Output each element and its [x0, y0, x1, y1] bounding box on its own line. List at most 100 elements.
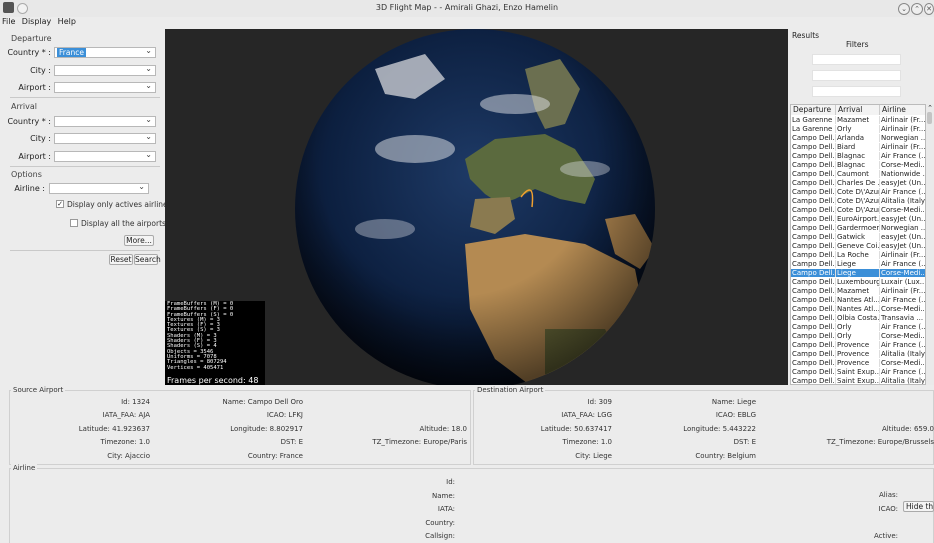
table-row[interactable]: Campo Dell... Gardermoen Norwegian ...: [791, 224, 925, 233]
all-airports-checkbox[interactable]: [70, 219, 78, 227]
table-row[interactable]: Campo Dell... Luxembourg Luxair (Lux...: [791, 278, 925, 287]
table-row[interactable]: Campo Dell... Charles De ... easyJet (Un..…: [791, 179, 925, 188]
more-button[interactable]: More...: [124, 235, 154, 246]
table-row[interactable]: Campo Dell... Arlanda Norwegian ...: [791, 134, 926, 143]
departure-city-select[interactable]: ⌄: [54, 64, 156, 76]
destination-dst: DST: E: [733, 438, 756, 446]
close-icon[interactable]: ✕: [924, 3, 934, 15]
source-city: City: Ajaccio: [107, 452, 150, 460]
table-row[interactable]: Campo Dell... Nantes Atl... Air France (..…: [791, 296, 925, 305]
table-row[interactable]: Campo Dell... Olbia Costa... Transavia ...: [791, 314, 925, 323]
column-departure[interactable]: Departure: [791, 105, 836, 115]
cell-arrival: Nantes Atl...: [837, 296, 880, 305]
cell-arrival: Olbia Costa...: [837, 314, 880, 323]
stat-line: Vertices = 405471: [167, 364, 224, 371]
chevron-down-icon: ⌄: [145, 132, 152, 141]
cell-airline: Corse-Medi...: [881, 161, 926, 169]
table-row[interactable]: Campo Dell... Provence Corse-Medi...: [791, 359, 925, 368]
table-row[interactable]: Campo Dell... Saint Exup... Air France (..…: [791, 368, 925, 377]
minimize-icon[interactable]: ⌄: [898, 3, 910, 15]
cell-airline: Airlinair (Fr...: [881, 143, 926, 151]
cell-departure: Campo Dell...: [792, 251, 836, 260]
source-timezone: Timezone: 1.0: [100, 438, 150, 446]
search-button[interactable]: Search: [134, 254, 161, 265]
cell-arrival: EuroAirport...: [837, 215, 880, 224]
table-row[interactable]: Campo Dell... Cote D\'Azur Corse-Medi...: [791, 206, 925, 215]
arrival-filter-input[interactable]: [812, 70, 901, 81]
destination-id: Id: 309: [587, 398, 612, 406]
source-name: Name: Campo Dell Oro: [222, 398, 303, 406]
table-row[interactable]: Campo Dell... Liege Corse-Medi...: [791, 269, 925, 278]
arrival-country-select[interactable]: ⌄: [54, 115, 156, 127]
menu-display[interactable]: Display: [22, 17, 52, 26]
cell-departure: Campo Dell...: [792, 296, 836, 305]
only-active-checkbox[interactable]: ✓: [56, 200, 64, 208]
scrollbar-up-icon[interactable]: ⌃: [926, 104, 934, 112]
table-row[interactable]: Campo Dell... Orly Corse-Medi...: [791, 332, 925, 341]
column-arrival[interactable]: Arrival: [836, 105, 880, 115]
table-row[interactable]: Campo Dell... Orly Air France (...: [791, 323, 925, 332]
cell-departure: Campo Dell...: [792, 179, 836, 188]
airline-select[interactable]: ⌄: [49, 182, 149, 194]
menu-help[interactable]: Help: [58, 17, 76, 26]
arrival-airport-select[interactable]: ⌄: [54, 150, 156, 162]
scrollbar-thumb[interactable]: [927, 112, 932, 124]
maximize-icon[interactable]: ⌃: [911, 3, 923, 15]
destination-icao: ICAO: EBLG: [715, 411, 756, 419]
cell-departure: Campo Dell...: [792, 215, 836, 224]
table-row[interactable]: Campo Dell... Cote D\'Azur Alitalia (Italy…: [791, 197, 925, 206]
airline-id: Id:: [446, 478, 455, 486]
table-row[interactable]: Campo Dell... Liege Air France (...: [791, 260, 925, 269]
chevron-down-icon: ⌄: [145, 81, 152, 90]
table-row[interactable]: Campo Dell... Blagnac Corse-Medi...: [791, 161, 926, 170]
cell-airline: easyJet (Un...: [881, 233, 926, 241]
table-row[interactable]: Campo Dell... La Roche Airlinair (Fr...: [791, 251, 925, 260]
cell-airline: Airlinair (Fr...: [881, 125, 926, 133]
source-airport-title: Source Airport: [11, 386, 66, 394]
departure-airport-select[interactable]: ⌄: [54, 81, 156, 93]
results-table: Departure Arrival Airline La Garenne Maza…: [790, 104, 926, 385]
cell-airline: Air France (...: [881, 152, 926, 160]
cell-departure: La Garenne: [791, 116, 836, 125]
table-row[interactable]: Campo Dell... Saint Exup... Alitalia (Ital…: [791, 377, 925, 385]
cell-airline: Air France (...: [881, 188, 926, 196]
divider: [10, 97, 160, 98]
cell-arrival: Saint Exup...: [837, 377, 880, 385]
menu-file[interactable]: File: [2, 17, 15, 26]
destination-latitude: Latitude: 50.637417: [540, 425, 612, 433]
table-row[interactable]: Campo Dell... Cote D\'Azur Air France (...: [791, 188, 926, 197]
column-airline[interactable]: Airline: [880, 105, 925, 115]
table-row[interactable]: Campo Dell... Provence Alitalia (Italy): [791, 350, 926, 359]
airline-label: Airline :: [14, 184, 45, 193]
destination-iata: IATA_FAA: LGG: [561, 411, 612, 419]
table-row[interactable]: Campo Dell... EuroAirport... easyJet (Un..…: [791, 215, 925, 224]
cell-departure: Campo Dell...: [792, 359, 836, 368]
cell-departure: Campo Dell...: [792, 341, 836, 350]
cell-arrival: Luxembourg: [837, 278, 880, 287]
cell-airline: Norwegian ...: [881, 134, 926, 142]
table-row[interactable]: Campo Dell... Gatwick easyJet (Un...: [791, 233, 926, 242]
cell-arrival: Geneve Coi...: [837, 242, 880, 251]
results-scrollbar[interactable]: ⌃: [926, 104, 934, 385]
reset-button[interactable]: Reset: [109, 254, 133, 265]
hide-this-button[interactable]: Hide this: [903, 501, 934, 512]
arrival-city-select[interactable]: ⌄: [54, 132, 156, 144]
departure-filter-input[interactable]: [812, 54, 901, 65]
table-row[interactable]: Campo Dell... Mazamet Airlinair (Fr...: [791, 287, 925, 296]
table-row[interactable]: Campo Dell... Blagnac Air France (...: [791, 152, 926, 161]
table-row[interactable]: La Garenne Orly Airlinair (Fr...: [791, 125, 926, 134]
table-row[interactable]: Campo Dell... Caumont Nationwide ...: [791, 170, 925, 179]
render-stats-overlay: FrameBuffers (M) = 0 FrameBuffers (F) = 0…: [165, 301, 265, 385]
table-row[interactable]: Campo Dell... Biard Airlinair (Fr...: [791, 143, 926, 152]
cell-departure: Campo Dell...: [792, 143, 836, 152]
cell-departure: Campo Dell...: [792, 368, 836, 377]
globe-viewport[interactable]: FrameBuffers (M) = 0 FrameBuffers (F) = 0…: [165, 29, 788, 385]
title-bar: 3D Flight Map - - Amirali Ghazi, Enzo Ha…: [0, 0, 934, 17]
cell-airline: Alitalia (Italy): [881, 350, 926, 358]
table-row[interactable]: Campo Dell... Geneve Coi... easyJet (Un...: [791, 242, 925, 251]
table-row[interactable]: Campo Dell... Nantes Atl... Corse-Medi...: [791, 305, 925, 314]
departure-country-select[interactable]: France ⌄: [54, 46, 156, 58]
table-row[interactable]: Campo Dell... Provence Air France (...: [791, 341, 925, 350]
airline-filter-input[interactable]: [812, 86, 901, 97]
table-row[interactable]: La Garenne Mazamet Airlinair (Fr...: [791, 116, 925, 125]
